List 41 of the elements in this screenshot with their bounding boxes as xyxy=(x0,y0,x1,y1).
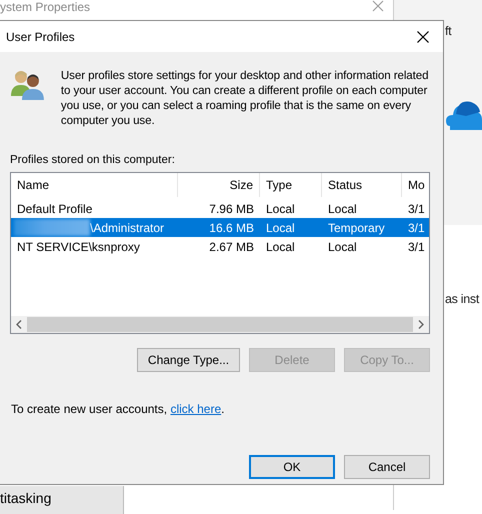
action-button[interactable]: Change Type... xyxy=(137,348,240,372)
profile-row[interactable]: NT SERVICE\ksnproxy 2.67 MB Local Local 3/1 xyxy=(11,237,429,256)
table-cell: 3/1 xyxy=(408,240,425,254)
close-icon xyxy=(417,30,429,42)
panel-text: titasking xyxy=(0,490,52,506)
column-header[interactable]: Size xyxy=(178,173,260,197)
click-here-link[interactable]: click here xyxy=(170,402,222,416)
table-cell: Local xyxy=(328,240,357,254)
table-cell: 16.6 MB xyxy=(209,220,254,234)
table-cell: 2.67 MB xyxy=(209,240,254,254)
column-header[interactable]: Type xyxy=(260,173,322,197)
list-label: Profiles stored on this computer: xyxy=(10,154,176,166)
scroll-left-icon[interactable] xyxy=(16,320,22,329)
table-cell: NT SERVICE\ksnproxy xyxy=(17,240,140,254)
column-header[interactable]: Mo xyxy=(402,173,429,197)
users-icon xyxy=(10,68,46,100)
profile-row[interactable]: Default Profile 7.96 MB Local Local 3/1 xyxy=(11,199,429,218)
description-text: User profiles store settings for your desktop and other information related to your user account. You can create a different profile on each computer you use, or you can select a roaming profile that is the same on every computer you use. xyxy=(60,68,430,128)
ok-button[interactable]: OK xyxy=(249,455,335,479)
footer-text: To create new user accounts, click here. xyxy=(11,402,226,416)
table-cell: Local xyxy=(266,220,295,234)
table-cell: Temporary xyxy=(328,220,385,234)
table-cell: Default Profile xyxy=(17,202,92,216)
dialog-title: User Profiles xyxy=(6,30,75,44)
table-cell: 3/1 xyxy=(408,202,425,216)
table-cell: 3/1 xyxy=(408,220,425,234)
side-text: as inst xyxy=(445,292,480,306)
table-cell: Local xyxy=(266,240,295,254)
window-title: ystem Properties xyxy=(0,0,90,14)
close-icon[interactable] xyxy=(372,0,384,12)
scrollbar-thumb[interactable] xyxy=(27,317,413,332)
table-cell: 7.96 MB xyxy=(209,202,254,216)
column-header[interactable]: Status xyxy=(322,173,402,197)
profile-row[interactable]: \Administrator 16.6 MB Local Temporary 3/1 xyxy=(11,218,429,237)
table-cell: \Administrator xyxy=(90,220,164,234)
side-text: ft xyxy=(445,24,452,38)
cancel-button[interactable]: Cancel xyxy=(344,455,430,479)
table-cell: Local xyxy=(266,202,295,216)
column-header[interactable]: Name xyxy=(11,173,178,197)
scroll-right-icon[interactable] xyxy=(418,320,424,329)
table-cell: Local xyxy=(328,202,357,216)
